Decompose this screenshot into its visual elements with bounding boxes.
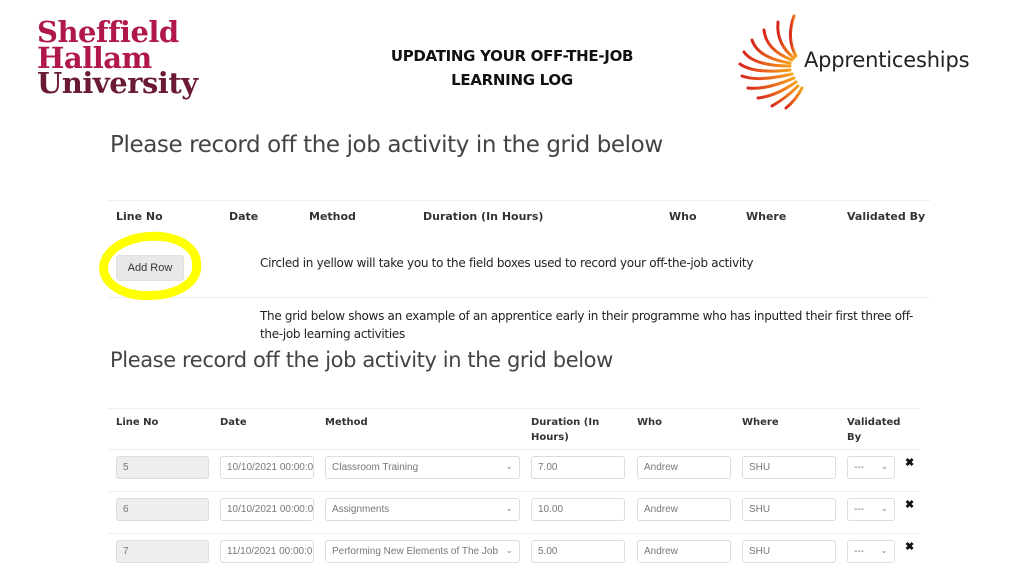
method-select[interactable]: Classroom Training ⌄ [325,456,520,479]
who-field[interactable]: Andrew [637,540,731,563]
sunburst-icon [738,14,804,110]
method-value: Assignments [332,504,390,515]
col-header-validated-by: Validated By [847,210,926,223]
col-header-who: Who [637,417,663,428]
table-row: 5 10/10/2021 00:00:00 Classroom Training… [108,449,920,491]
validated-by-value: --- [854,462,864,473]
method-select[interactable]: Performing New Elements of The Job ⌄ [325,540,520,563]
col-header-method: Method [309,210,356,223]
duration-field[interactable]: 10.00 [531,498,625,521]
duration-field[interactable]: 5.00 [531,540,625,563]
example-grid-header: Line No Date Method Duration (In Hours) … [108,409,920,449]
method-value: Classroom Training [332,462,419,473]
col-header-where: Where [742,417,779,428]
line-no-field: 5 [116,456,209,479]
who-field[interactable]: Andrew [637,456,731,479]
validated-by-select[interactable]: --- ⌄ [847,456,895,479]
close-icon[interactable]: ✖ [905,498,914,511]
col-header-who: Who [669,210,697,223]
col-header-date: Date [229,210,259,223]
method-select[interactable]: Assignments ⌄ [325,498,520,521]
date-field[interactable]: 11/10/2021 00:00:00 [220,540,314,563]
empty-grid: Line No Date Method Duration (In Hours) … [108,200,930,298]
add-row-area: Add Row [96,228,204,304]
duration-field[interactable]: 7.00 [531,456,625,479]
col-header-line-no: Line No [116,210,163,223]
grid-heading-bottom: Please record off the job activity in th… [110,348,613,372]
method-value: Performing New Elements of The Job [332,546,499,557]
slide-title-line-2: LEARNING LOG [451,71,573,89]
validated-by-value: --- [854,546,864,557]
where-field[interactable]: SHU [742,456,836,479]
col-header-where: Where [746,210,787,223]
add-row-button[interactable]: Add Row [116,255,184,281]
close-icon[interactable]: ✖ [905,456,914,469]
close-icon[interactable]: ✖ [905,540,914,553]
empty-grid-header: Line No Date Method Duration (In Hours) … [108,201,930,235]
line-no-field: 6 [116,498,209,521]
chevron-down-icon: ⌄ [505,545,513,555]
validated-by-value: --- [854,504,864,515]
chevron-down-icon: ⌄ [880,545,888,555]
chevron-down-icon: ⌄ [880,461,888,471]
col-header-validated-by: Validated By [847,417,901,443]
col-header-date: Date [220,417,247,428]
example-note: The grid below shows an example of an ap… [260,309,914,341]
date-field[interactable]: 10/10/2021 00:00:00 [220,456,314,479]
who-field[interactable]: Andrew [637,498,731,521]
col-header-line-no: Line No [116,417,159,428]
col-header-duration: Duration (In Hours) [531,417,600,443]
chevron-down-icon: ⌄ [505,461,513,471]
col-header-duration: Duration (In Hours) [423,210,544,223]
line-no-field: 7 [116,540,209,563]
date-field[interactable]: 10/10/2021 00:00:00 [220,498,314,521]
where-field[interactable]: SHU [742,498,836,521]
table-row: 6 10/10/2021 00:00:00 Assignments ⌄ 10.0… [108,491,920,533]
apprenticeships-wordmark: Apprenticeships [804,48,970,72]
chevron-down-icon: ⌄ [505,503,513,513]
divider [108,297,930,298]
validated-by-select[interactable]: --- ⌄ [847,498,895,521]
apprenticeships-logo: Apprenticeships [736,8,996,112]
chevron-down-icon: ⌄ [880,503,888,513]
sheffield-hallam-logo: Sheffield Hallam University [37,18,237,101]
table-row: 7 11/10/2021 00:00:00 Performing New Ele… [108,533,920,575]
grid-heading-top: Please record off the job activity in th… [110,132,663,158]
logo-line-3: University [37,66,198,101]
slide-title: UPDATING YOUR OFF-THE-JOB LEARNING LOG [380,44,644,92]
validated-by-select[interactable]: --- ⌄ [847,540,895,563]
slide-title-line-1: UPDATING YOUR OFF-THE-JOB [390,47,634,65]
highlight-note: Circled in yellow will take you to the f… [260,256,754,270]
col-header-method: Method [325,417,368,428]
where-field[interactable]: SHU [742,540,836,563]
example-grid: Line No Date Method Duration (In Hours) … [108,408,920,575]
